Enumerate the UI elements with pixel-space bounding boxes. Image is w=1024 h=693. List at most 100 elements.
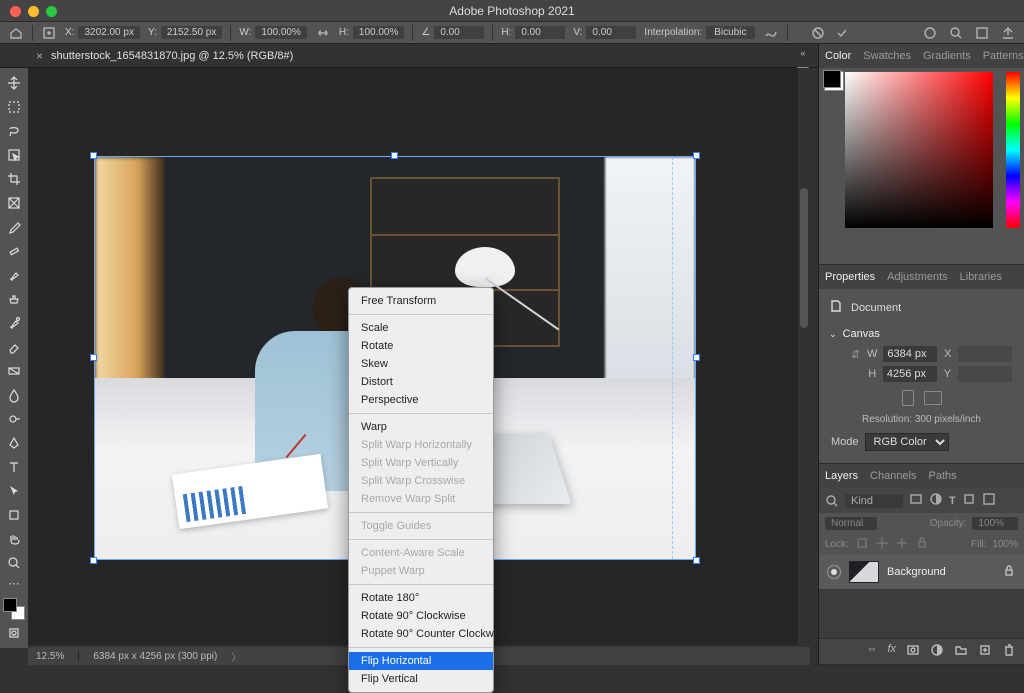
blur-tool[interactable] — [2, 384, 26, 406]
reference-point-icon[interactable] — [41, 25, 57, 41]
menu-rotate-90-clockwise[interactable]: Rotate 90° Clockwise — [349, 607, 493, 625]
color-field[interactable] — [845, 72, 993, 228]
portrait-orientation-icon[interactable] — [902, 390, 914, 406]
close-window-button[interactable] — [10, 6, 21, 17]
object-select-tool[interactable] — [2, 144, 26, 166]
menu-rotate[interactable]: Rotate — [349, 337, 493, 355]
menu-free-transform[interactable]: Free Transform — [349, 292, 493, 310]
gradient-tool[interactable] — [2, 360, 26, 382]
layer-name[interactable]: Background — [887, 566, 946, 578]
zoom-tool[interactable] — [2, 552, 26, 574]
close-tab-icon[interactable]: × — [36, 49, 43, 63]
w-value[interactable]: 100.00% — [255, 26, 306, 39]
window-traffic-lights[interactable] — [10, 6, 57, 17]
hand-tool[interactable] — [2, 528, 26, 550]
landscape-orientation-icon[interactable] — [924, 391, 942, 405]
canvas-y-field[interactable] — [958, 366, 1012, 382]
document-tab[interactable]: × shutterstock_1654831870.jpg @ 12.5% (R… — [28, 49, 301, 63]
hskew-value[interactable]: 0.00 — [515, 26, 565, 39]
minimize-window-button[interactable] — [28, 6, 39, 17]
transform-context-menu[interactable]: Free TransformScaleRotateSkewDistortPers… — [348, 287, 494, 693]
tab-properties[interactable]: Properties — [825, 271, 875, 283]
eraser-tool[interactable] — [2, 336, 26, 358]
share-icon[interactable] — [1000, 25, 1016, 41]
blend-mode-dropdown[interactable]: Normal — [825, 517, 877, 530]
menu-distort[interactable]: Distort — [349, 373, 493, 391]
menu-perspective[interactable]: Perspective — [349, 391, 493, 409]
group-icon[interactable] — [954, 643, 968, 660]
vskew-value[interactable]: 0.00 — [586, 26, 636, 39]
healing-tool[interactable] — [2, 240, 26, 262]
opacity-field[interactable]: 100% — [972, 517, 1018, 530]
lasso-tool[interactable] — [2, 120, 26, 142]
link-icon[interactable] — [315, 25, 331, 41]
search-icon[interactable] — [948, 25, 964, 41]
zoom-level[interactable]: 12.5% — [36, 651, 64, 662]
marquee-tool[interactable] — [2, 96, 26, 118]
search-icon[interactable] — [825, 494, 839, 508]
tab-paths[interactable]: Paths — [929, 470, 957, 482]
link-wh-icon[interactable]: ⇵ — [851, 348, 861, 361]
mask-icon[interactable] — [906, 643, 920, 660]
interpolation-dropdown[interactable]: Bicubic — [706, 26, 754, 39]
zoom-window-button[interactable] — [46, 6, 57, 17]
brush-tool[interactable] — [2, 264, 26, 286]
layer-filter-dropdown[interactable]: Kind — [845, 494, 903, 508]
visibility-icon[interactable] — [827, 565, 841, 579]
menu-flip-vertical[interactable]: Flip Vertical — [349, 670, 493, 688]
dodge-tool[interactable] — [2, 408, 26, 430]
layer-row[interactable]: Background — [819, 555, 1024, 589]
fx-icon[interactable]: fx — [887, 643, 896, 660]
eyedropper-tool[interactable] — [2, 216, 26, 238]
tab-adjustments[interactable]: Adjustments — [887, 271, 948, 283]
color-swatches[interactable] — [3, 598, 25, 620]
canvas-height-field[interactable] — [883, 366, 937, 382]
filter-image-icon[interactable] — [909, 492, 923, 509]
commit-transform-icon[interactable] — [834, 25, 850, 41]
tab-libraries[interactable]: Libraries — [960, 271, 1002, 283]
canvas-section-header[interactable]: ⌄ Canvas — [827, 324, 1016, 344]
lock-position-icon[interactable] — [875, 536, 889, 553]
tab-color[interactable]: Color — [825, 50, 851, 62]
shape-tool[interactable] — [2, 504, 26, 526]
tab-gradients[interactable]: Gradients — [923, 50, 971, 62]
link-layers-icon[interactable]: ⇔ — [866, 643, 877, 660]
tab-patterns[interactable]: Patterns — [983, 50, 1024, 62]
lock-pixels-icon[interactable] — [855, 536, 869, 553]
lock-all-icon[interactable] — [915, 536, 929, 553]
history-brush-tool[interactable] — [2, 312, 26, 334]
h-value[interactable]: 100.00% — [353, 26, 404, 39]
menu-scale[interactable]: Scale — [349, 319, 493, 337]
filter-adjust-icon[interactable] — [929, 492, 943, 509]
menu-rotate-90-counter-clockwise[interactable]: Rotate 90° Counter Clockwise — [349, 625, 493, 643]
cancel-transform-icon[interactable] — [810, 25, 826, 41]
clone-stamp-tool[interactable] — [2, 288, 26, 310]
fill-field[interactable]: 100% — [992, 539, 1018, 550]
layer-thumbnail[interactable] — [849, 561, 879, 583]
warp-mode-icon[interactable] — [763, 25, 779, 41]
adjustment-layer-icon[interactable] — [930, 643, 944, 660]
menu-warp[interactable]: Warp — [349, 418, 493, 436]
path-select-tool[interactable] — [2, 480, 26, 502]
home-icon[interactable] — [8, 25, 24, 41]
quick-mask-icon[interactable] — [2, 622, 26, 644]
collapse-arrow-icon[interactable]: « — [800, 48, 805, 58]
frame-tool[interactable] — [2, 192, 26, 214]
filter-smart-icon[interactable] — [982, 492, 996, 509]
crop-tool[interactable] — [2, 168, 26, 190]
cloud-docs-icon[interactable] — [922, 25, 938, 41]
type-tool[interactable] — [2, 456, 26, 478]
new-layer-icon[interactable] — [978, 643, 992, 660]
color-mode-dropdown[interactable]: RGB Color — [865, 433, 949, 451]
foreground-color-swatch[interactable] — [3, 598, 17, 612]
filter-shape-icon[interactable] — [962, 492, 976, 509]
canvas-width-field[interactable] — [883, 346, 937, 362]
color-swatch-mini[interactable] — [823, 70, 841, 88]
menu-flip-horizontal[interactable]: Flip Horizontal — [349, 652, 493, 670]
vertical-scrollbar[interactable] — [798, 68, 810, 645]
y-value[interactable]: 2152.50 px — [161, 26, 223, 39]
x-value[interactable]: 3202.00 px — [78, 26, 140, 39]
tab-layers[interactable]: Layers — [825, 470, 858, 482]
canvas-x-field[interactable] — [958, 346, 1012, 362]
pen-tool[interactable] — [2, 432, 26, 454]
